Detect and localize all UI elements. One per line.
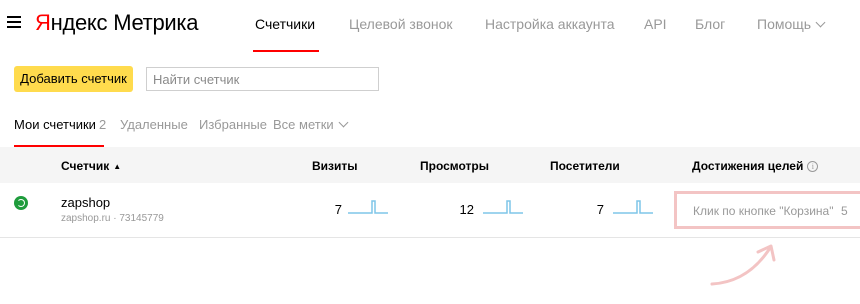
logo-product: Метрика: [113, 10, 199, 35]
header: Яндекс Метрика Счетчики Целевой звонок На…: [0, 0, 860, 48]
counter-name[interactable]: zapshop: [61, 195, 110, 211]
counter-domain-id: zapshop.ru · 73145779: [61, 213, 164, 224]
nav-account-settings[interactable]: Настройка аккаунта: [485, 15, 615, 33]
logo[interactable]: Яндекс Метрика: [35, 10, 198, 36]
column-visitors[interactable]: Посетители: [550, 159, 620, 173]
table-header: Счетчик ▲ Визиты Просмотры Посетители Дос…: [0, 147, 860, 183]
column-counter-label: Счетчик: [61, 159, 110, 173]
hamburger-icon[interactable]: [7, 16, 21, 28]
goal-value: 5: [841, 204, 848, 218]
tab-deleted[interactable]: Удаленные: [120, 117, 188, 133]
logo-brand: ндекс: [50, 10, 108, 35]
visitors-value: 7: [596, 202, 604, 217]
nav-blog[interactable]: Блог: [695, 15, 725, 33]
column-visits[interactable]: Визиты: [312, 159, 358, 173]
logo-letter: Я: [35, 10, 51, 35]
visits-value: 7: [334, 202, 342, 217]
chevron-down-icon: [815, 17, 826, 28]
tab-all-tags-label: Все метки: [273, 117, 334, 132]
status-active-icon: [14, 196, 28, 210]
nav-help-label: Помощь: [757, 16, 812, 32]
nav-active-indicator: [253, 50, 319, 52]
nav-help[interactable]: Помощь: [757, 15, 826, 33]
views-sparkline: [483, 200, 523, 214]
column-goals-label: Достижения целей: [692, 159, 804, 173]
search-input[interactable]: [146, 67, 379, 91]
column-counter[interactable]: Счетчик ▲: [61, 159, 121, 175]
sort-asc-icon: ▲: [113, 162, 122, 171]
table-row: zapshop zapshop.ru · 73145779 7 12 7 Кли…: [0, 183, 860, 238]
visits-sparkline: [348, 200, 388, 214]
tab-my-counters-label: Мои счетчики: [14, 117, 96, 132]
add-counter-button[interactable]: Добавить счетчик: [14, 66, 133, 92]
tab-all-tags[interactable]: Все метки: [273, 117, 349, 133]
nav-api[interactable]: API: [644, 15, 667, 33]
tab-favorites[interactable]: Избранные: [199, 117, 267, 133]
tab-my-counters-count: 2: [98, 117, 107, 132]
annotation-arrow: [710, 244, 776, 286]
views-value: 12: [459, 202, 474, 217]
info-icon[interactable]: i: [807, 161, 819, 172]
goal-label: Клик по кнопке "Корзина": [693, 204, 834, 218]
visitors-sparkline: [613, 200, 653, 214]
chevron-down-icon: [338, 117, 349, 128]
nav-call-tracking[interactable]: Целевой звонок: [349, 15, 453, 33]
column-views[interactable]: Просмотры: [420, 159, 489, 173]
nav-counters[interactable]: Счетчики: [255, 15, 315, 33]
goal-highlight[interactable]: Клик по кнопке "Корзина" 5: [674, 191, 860, 229]
tab-my-counters[interactable]: Мои счетчики 2: [14, 117, 106, 133]
column-goals[interactable]: Достижения целей i: [692, 159, 819, 173]
